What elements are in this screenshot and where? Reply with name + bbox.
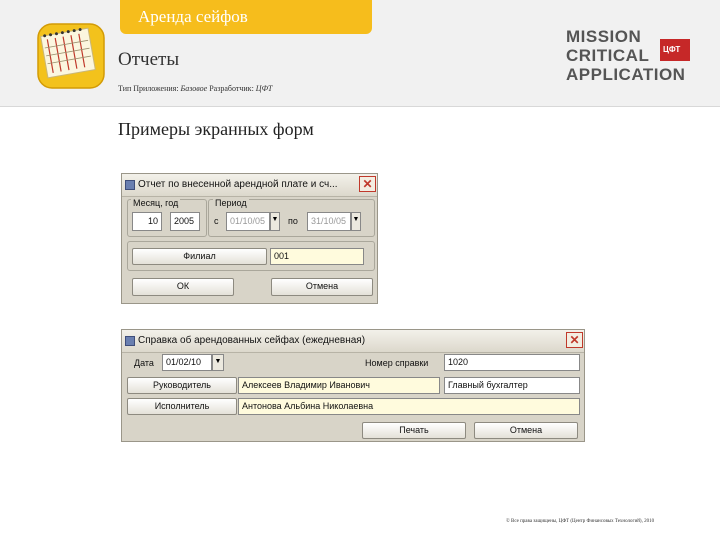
date-label: Дата — [134, 358, 154, 368]
to-label: по — [288, 216, 298, 226]
developer-prefix: Разработчик: — [209, 84, 254, 93]
ok-button[interactable]: ОК — [132, 278, 234, 296]
window-title: Справка об арендованных сейфах (ежедневн… — [138, 335, 366, 346]
close-button[interactable]: ✕ — [359, 176, 376, 192]
app-type-prefix: Тип Приложения: — [118, 84, 179, 93]
copyright-footer: © Все права защищены, ЦФТ (Центр Финансо… — [506, 519, 655, 524]
month-input[interactable]: 10 — [132, 212, 162, 231]
ref-number-input[interactable]: 1020 — [444, 354, 580, 371]
cancel-button[interactable]: Отмена — [474, 422, 578, 439]
close-button[interactable]: ✕ — [566, 332, 583, 348]
rented-safes-report-window: Справка об арендованных сейфах (ежедневн… — [121, 329, 585, 442]
mission-critical-logo: MISSION CRITICAL APPLICATION ЦФТ — [566, 28, 698, 86]
ref-number-label: Номер справки — [365, 358, 429, 368]
logo-line-1: MISSION — [566, 27, 642, 46]
executor-name-input[interactable]: Антонова Альбина Николаевна — [238, 398, 580, 415]
window-icon — [125, 180, 135, 190]
branch-button[interactable]: Филиал — [132, 248, 267, 265]
logo-line-3: APPLICATION — [566, 65, 686, 84]
head-position-input[interactable]: Главный бухгалтер — [444, 377, 580, 394]
calendar-notepad-icon — [34, 18, 108, 92]
from-label: с — [214, 216, 219, 226]
year-input[interactable]: 2005 — [170, 212, 200, 231]
period-to-dropdown[interactable]: ▼ — [351, 212, 361, 231]
period-from-dropdown[interactable]: ▼ — [270, 212, 280, 231]
period-to-input[interactable]: 31/10/05 — [307, 212, 351, 231]
developer-value: ЦФТ — [255, 84, 273, 93]
app-type-value: Базовое — [180, 84, 208, 93]
executor-button[interactable]: Исполнитель — [127, 398, 237, 415]
section-title: Примеры экранных форм — [118, 119, 314, 139]
date-dropdown[interactable]: ▼ — [212, 354, 224, 371]
period-from-input[interactable]: 01/10/05 — [226, 212, 270, 231]
app-tab: Аренда сейфов — [120, 0, 372, 34]
window-icon — [125, 336, 135, 346]
head-button[interactable]: Руководитель — [127, 377, 237, 394]
cft-logo-badge: ЦФТ — [660, 39, 690, 61]
cancel-button[interactable]: Отмена — [271, 278, 373, 296]
logo-line-2: CRITICAL — [566, 46, 650, 65]
period-label: Период — [213, 198, 249, 208]
report-rent-window: Отчет по внесенной арендной плате и сч..… — [121, 173, 378, 304]
header-divider — [0, 106, 720, 107]
date-input[interactable]: 01/02/10 — [162, 354, 212, 371]
branch-input[interactable]: 001 — [270, 248, 364, 265]
month-year-label: Месяц, год — [131, 198, 181, 208]
window-titlebar: Справка об арендованных сейфах (ежедневн… — [122, 330, 584, 353]
cft-logo-badge-text: ЦФТ — [663, 45, 681, 54]
window-titlebar: Отчет по внесенной арендной плате и сч..… — [122, 174, 377, 197]
print-button[interactable]: Печать — [362, 422, 466, 439]
app-tab-label: Аренда сейфов — [138, 7, 248, 26]
app-meta: Тип Приложения: Базовое Разработчик: ЦФТ — [118, 84, 272, 93]
window-title: Отчет по внесенной арендной плате и сч..… — [138, 179, 338, 190]
page-title: Отчеты — [118, 49, 180, 70]
head-name-input[interactable]: Алексеев Владимир Иванович — [238, 377, 440, 394]
